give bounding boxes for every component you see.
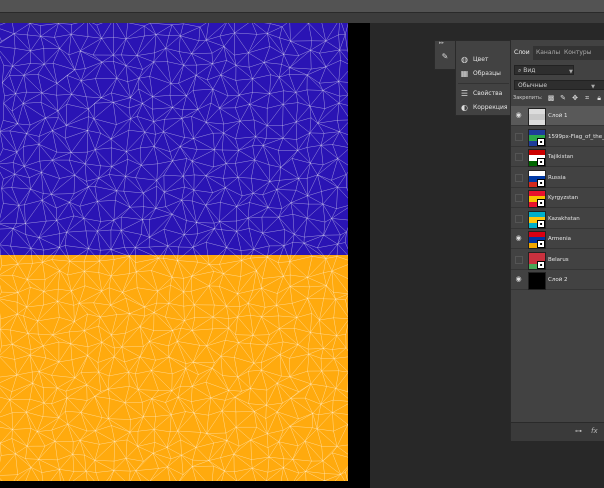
layer-thumbnail [528,108,546,126]
layer-name: Kyrgyzstan [548,195,579,201]
layer-thumbnail: ▪ [528,190,546,208]
layer-name: Russia [548,174,566,181]
layers-panel: Слои Каналы Контуры ⌕ Вид ▼ Обычные ▼ За… [510,40,604,441]
layer-row[interactable]: ▪ Belarus [511,250,604,270]
layer-thumbnail: ▪ [528,210,546,229]
layer-thumbnail: ▪ [528,128,546,147]
visibility-toggle[interactable] [515,194,523,202]
eye-icon[interactable]: ◉ [514,275,523,284]
smart-object-icon: ▪ [537,240,545,248]
chevron-down-icon: ▼ [569,69,573,75]
panel-properties[interactable]: ☰ Свойства [460,87,502,99]
visibility-toggle[interactable] [515,255,523,264]
adjustments-icon: ◐ [461,102,468,112]
lock-pixels-icon[interactable]: ✎ [560,94,567,102]
mesh-lines [0,23,348,481]
fx-icon[interactable]: fx [591,427,598,435]
smart-object-icon: ▪ [537,260,545,269]
layer-name: Kazakhstan [548,215,580,222]
properties-sliders-icon: ☰ [460,88,469,98]
smart-object-icon: ▪ [537,219,545,228]
layer-filter-select[interactable]: ⌕ Вид ▼ [514,65,574,75]
smart-object-icon: ▪ [537,199,545,207]
eye-icon[interactable]: ◉ [514,111,523,120]
lock-all-icon[interactable]: 🔒︎ [596,94,603,103]
visibility-toggle[interactable] [515,173,523,182]
swatches-grid-icon: ▦ [460,68,469,78]
layer-name: 1599px-Flag_of_the_Colle [548,133,604,140]
visibility-toggle[interactable] [515,214,523,223]
panel-swatches[interactable]: ▦ Образцы [460,67,501,79]
layers-panel-footer: ⊶ fx [511,422,604,441]
color-wheel-icon: ◍ [461,54,468,64]
smart-object-icon: ▪ [537,137,545,146]
layer-row[interactable]: ◉ Слой 1 [511,106,604,126]
tab-channels[interactable]: Каналы [533,46,563,60]
layer-name: Belarus [548,256,569,263]
layer-row[interactable]: ▪1599px-Flag_of_the_Colle [511,127,604,147]
layer-thumbnail: ▪ [528,149,546,167]
document-tabs-bar [0,13,604,23]
layer-thumbnail: ▪ [528,251,546,270]
layer-thumbnail: ▪ [528,231,546,249]
dock-handle-icon[interactable]: ▸▸ [439,40,451,46]
panel-color[interactable]: ◍ Цвет [460,53,488,65]
blend-mode-select[interactable]: Обычные ▼ [514,80,604,90]
lock-position-icon[interactable]: ✥ [572,94,579,102]
visibility-toggle[interactable] [515,132,523,141]
layer-thumbnail: ▪ [528,169,546,188]
tab-paths[interactable]: Контуры [561,46,594,60]
chevron-down-icon: ▼ [591,84,595,90]
layer-row[interactable]: ◉ Слой 2 [511,270,604,290]
collapsed-dock[interactable]: ▸▸ ✎ [434,40,456,70]
eye-icon[interactable]: ◉ [514,234,523,243]
options-bar [0,0,604,13]
layer-name: Слой 1 [548,113,568,119]
layer-row[interactable]: ▪ Kazakhstan [511,209,604,229]
layer-row[interactable]: ▪ Kyrgyzstan [511,188,604,208]
tab-layers[interactable]: Слои [511,46,533,60]
link-icon[interactable]: ⊶ [575,427,582,435]
lock-transparency-icon[interactable]: ▩ [548,94,555,102]
history-brush-icon[interactable]: ✎ [440,52,450,62]
smart-object-icon: ▪ [537,178,545,187]
panel-group-collapsed: ◍ Цвет ▦ Образцы ☰ Свойства ◐ Коррекция [455,40,512,116]
layer-row[interactable]: ▪ Tajikistan [511,147,604,167]
lock-row: Закрепить: ▩ ✎ ✥ ⌗ 🔒︎ [513,93,603,103]
layer-name: Tajikistan [548,154,574,160]
smart-object-icon: ▪ [537,158,545,166]
layer-row[interactable]: ◉ ▪ Armenia [511,229,604,249]
lock-artboard-icon[interactable]: ⌗ [584,94,591,103]
layer-row[interactable]: ▪ Russia [511,168,604,188]
layer-name: Armenia [548,236,572,242]
panel-adjustments[interactable]: ◐ Коррекция [460,101,507,113]
visibility-toggle[interactable] [515,153,523,161]
layer-name: Слой 2 [548,277,568,283]
layers-panel-tabs: Слои Каналы Контуры [511,46,604,60]
canvas[interactable] [0,23,348,481]
layer-thumbnail [528,272,546,290]
triangle-mesh-overlay [0,23,348,481]
